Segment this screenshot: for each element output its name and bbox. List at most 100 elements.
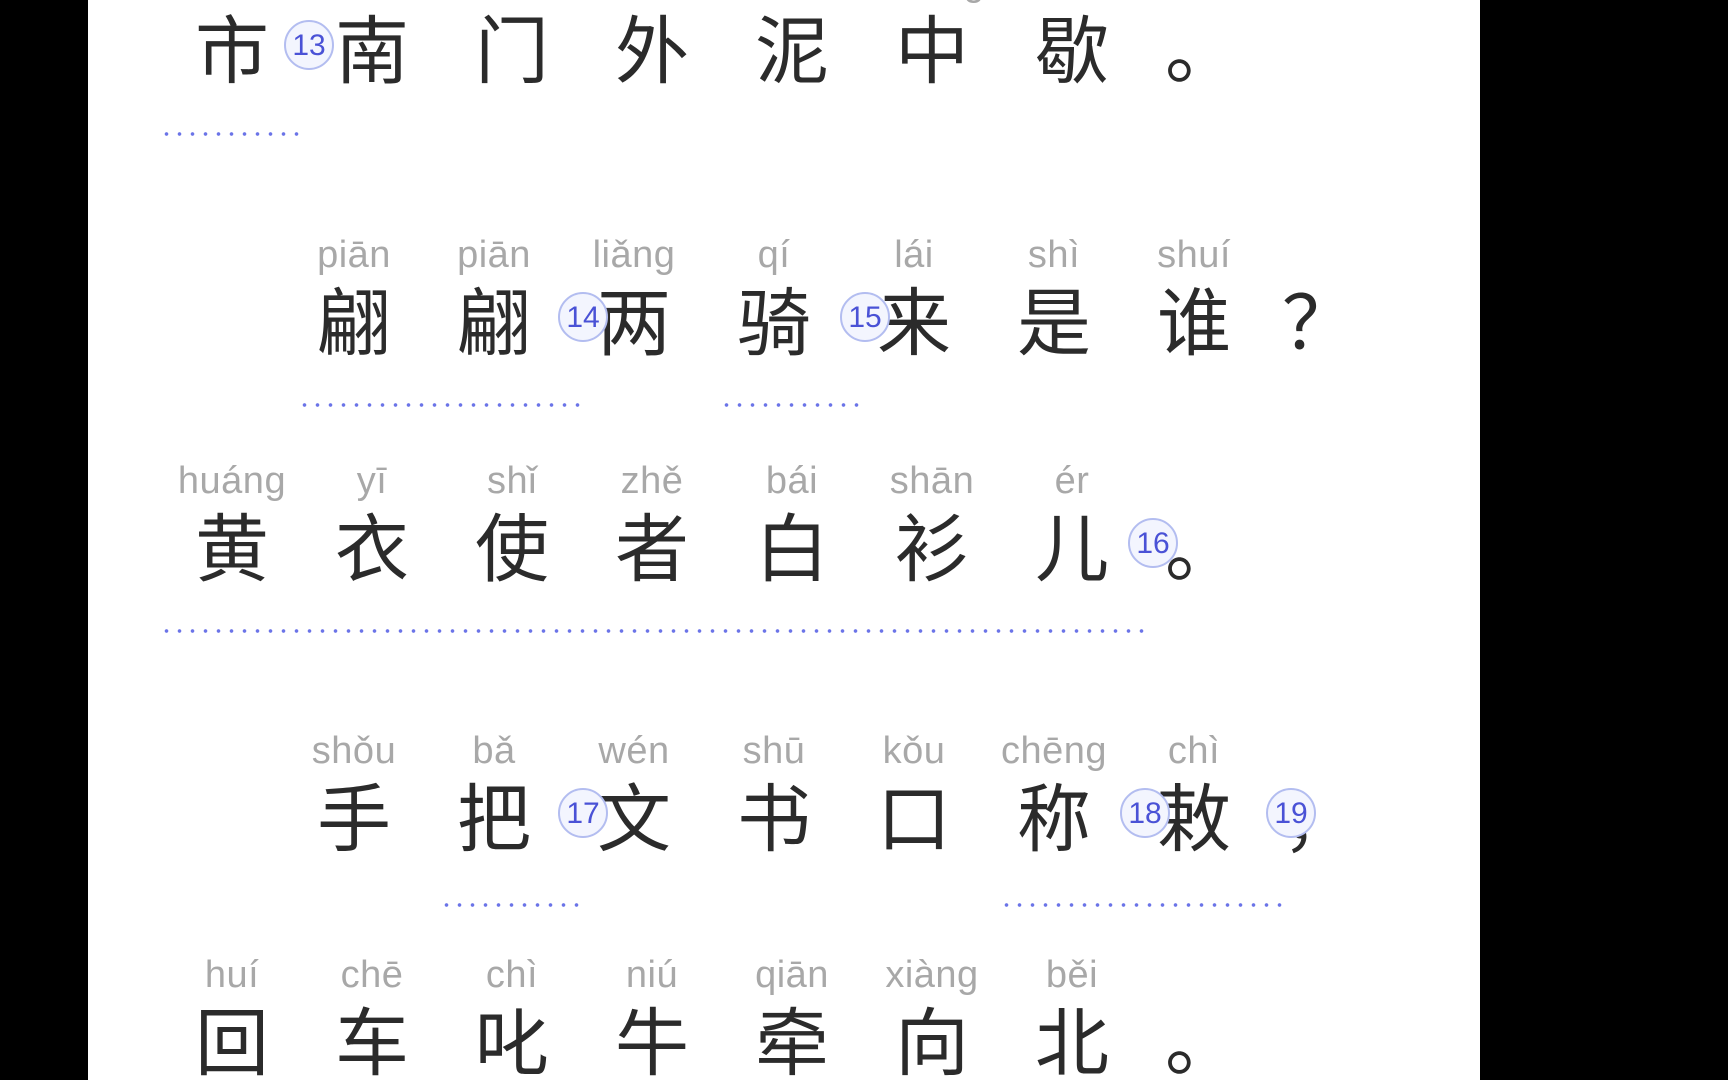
verse-2[interactable]: piān piān liǎng qí lái shì shuí 翩 翩 两 骑 … bbox=[88, 232, 1480, 370]
marker-badge-15[interactable]: 15 bbox=[840, 292, 890, 342]
hanzi-text[interactable]: 牵 bbox=[755, 1001, 829, 1080]
hanzi-cell[interactable]: 歇 bbox=[1002, 6, 1142, 98]
hanzi-cell[interactable]: 是 bbox=[984, 278, 1124, 370]
hanzi-cell[interactable]: 骑 bbox=[704, 278, 844, 370]
underline-3 bbox=[720, 402, 866, 408]
hanzi-cell[interactable]: 口 bbox=[844, 774, 984, 866]
pinyin-row: huáng yī shǐ zhě bái shān ér bbox=[88, 458, 1480, 504]
hanzi-cell[interactable]: 称 bbox=[984, 774, 1124, 866]
hanzi-text[interactable]: 回 bbox=[195, 1001, 269, 1080]
hanzi-cell[interactable]: 书 bbox=[704, 774, 844, 866]
hanzi-cell[interactable]: 翩 bbox=[284, 278, 424, 370]
underline-4 bbox=[160, 628, 1150, 634]
hanzi-text[interactable]: 车 bbox=[335, 1001, 409, 1080]
hanzi-text[interactable]: 谁 bbox=[1157, 281, 1231, 367]
hanzi-cell[interactable]: 谁 bbox=[1124, 278, 1264, 370]
hanzi-cell[interactable]: 白 bbox=[722, 504, 862, 596]
hanzi-row[interactable]: 黄 衣 使 者 白 衫 儿 。 bbox=[88, 504, 1480, 596]
marker-badge-18[interactable]: 18 bbox=[1120, 788, 1170, 838]
hanzi-cell[interactable]: 回 bbox=[162, 998, 302, 1080]
hanzi-cell[interactable]: 把 bbox=[424, 774, 564, 866]
pinyin-cell: piān bbox=[424, 232, 564, 278]
underline-5 bbox=[440, 902, 586, 908]
hanzi-punctuation[interactable]: ？ bbox=[1282, 281, 1356, 367]
pinyin-text: shū bbox=[742, 730, 806, 772]
hanzi-cell[interactable]: 手 bbox=[284, 774, 424, 866]
underline-6 bbox=[1000, 902, 1290, 908]
hanzi-text[interactable]: 翩 bbox=[457, 281, 531, 367]
hanzi-text[interactable]: 牛 bbox=[615, 1001, 689, 1080]
hanzi-cell[interactable]: 衫 bbox=[862, 504, 1002, 596]
hanzi-text[interactable]: 手 bbox=[317, 777, 391, 863]
hanzi-text[interactable]: 向 bbox=[895, 1001, 969, 1080]
hanzi-text[interactable]: 门 bbox=[475, 9, 549, 95]
hanzi-text[interactable]: 叱 bbox=[475, 1001, 549, 1080]
pinyin-cell: bái bbox=[722, 458, 862, 504]
hanzi-text[interactable]: 骑 bbox=[737, 281, 811, 367]
hanzi-cell[interactable]: 使 bbox=[442, 504, 582, 596]
hanzi-cell[interactable]: 。 bbox=[1142, 6, 1262, 98]
hanzi-cell[interactable]: 门 bbox=[442, 6, 582, 98]
hanzi-text[interactable]: 歇 bbox=[1035, 9, 1109, 95]
hanzi-text[interactable]: 衣 bbox=[335, 507, 409, 593]
hanzi-cell[interactable]: 儿 bbox=[1002, 504, 1142, 596]
hanzi-text[interactable]: 是 bbox=[1017, 281, 1091, 367]
marker-badge-13[interactable]: 13 bbox=[284, 20, 334, 70]
hanzi-text[interactable]: 文 bbox=[597, 777, 671, 863]
hanzi-punctuation[interactable]: 。 bbox=[1165, 9, 1239, 95]
hanzi-text[interactable]: 使 bbox=[475, 507, 549, 593]
underline-2 bbox=[298, 402, 588, 408]
hanzi-text[interactable]: 泥 bbox=[755, 9, 829, 95]
hanzi-cell[interactable]: 车 bbox=[302, 998, 442, 1080]
marker-badge-14[interactable]: 14 bbox=[558, 292, 608, 342]
marker-badge-17[interactable]: 17 bbox=[558, 788, 608, 838]
hanzi-cell[interactable]: 翩 bbox=[424, 278, 564, 370]
hanzi-cell[interactable]: 黄 bbox=[162, 504, 302, 596]
pinyin-cell: qiān bbox=[722, 952, 862, 998]
hanzi-text[interactable]: 外 bbox=[615, 9, 689, 95]
hanzi-text[interactable]: 北 bbox=[1035, 1001, 1109, 1080]
pinyin-text: huáng bbox=[177, 460, 287, 502]
hanzi-text[interactable]: 中 bbox=[895, 9, 969, 95]
hanzi-punctuation[interactable]: 。 bbox=[1165, 1001, 1239, 1080]
hanzi-cell[interactable]: 。 bbox=[1142, 998, 1262, 1080]
pinyin-text: chì bbox=[485, 954, 539, 996]
hanzi-text[interactable]: 口 bbox=[877, 777, 951, 863]
hanzi-text[interactable]: 者 bbox=[615, 507, 689, 593]
hanzi-text[interactable]: 翩 bbox=[317, 281, 391, 367]
hanzi-cell[interactable]: 向 bbox=[862, 998, 1002, 1080]
hanzi-cell[interactable]: 叱 bbox=[442, 998, 582, 1080]
hanzi-text[interactable]: 把 bbox=[457, 777, 531, 863]
marker-badge-19[interactable]: 19 bbox=[1266, 788, 1316, 838]
hanzi-cell[interactable]: 外 bbox=[582, 6, 722, 98]
verse-5[interactable]: huí chē chì niú qiān xiàng běi 回 车 叱 牛 牵… bbox=[88, 952, 1480, 1080]
hanzi-cell[interactable]: ？ bbox=[1264, 278, 1374, 370]
hanzi-text[interactable]: 书 bbox=[737, 777, 811, 863]
pinyin-text: běi bbox=[1045, 954, 1099, 996]
hanzi-row[interactable]: 翩 翩 两 骑 来 是 谁 ？ bbox=[88, 278, 1480, 370]
hanzi-cell[interactable]: 中 bbox=[862, 6, 1002, 98]
pinyin-text: ní bbox=[776, 0, 809, 4]
hanzi-cell[interactable]: 牛 bbox=[582, 998, 722, 1080]
hanzi-text[interactable]: 衫 bbox=[895, 507, 969, 593]
pinyin-cell: běi bbox=[1002, 952, 1142, 998]
hanzi-text[interactable]: 白 bbox=[755, 507, 829, 593]
hanzi-text[interactable]: 南 bbox=[335, 9, 409, 95]
hanzi-cell[interactable]: 牵 bbox=[722, 998, 862, 1080]
poem-page[interactable]: shì nán mén wài ní zhōng xiē 市 南 门 外 泥 中… bbox=[88, 0, 1480, 1080]
hanzi-text[interactable]: 黄 bbox=[195, 507, 269, 593]
marker-badge-16[interactable]: 16 bbox=[1128, 518, 1178, 568]
hanzi-cell[interactable]: 泥 bbox=[722, 6, 862, 98]
hanzi-text[interactable]: 市 bbox=[195, 9, 269, 95]
verse-3[interactable]: huáng yī shǐ zhě bái shān ér 黄 衣 使 者 白 衫… bbox=[88, 458, 1480, 596]
hanzi-text[interactable]: 儿 bbox=[1035, 507, 1109, 593]
pinyin-text: chēng bbox=[1000, 730, 1108, 772]
pinyin-cell: zhě bbox=[582, 458, 722, 504]
hanzi-cell[interactable]: 北 bbox=[1002, 998, 1142, 1080]
hanzi-text[interactable]: 称 bbox=[1017, 777, 1091, 863]
hanzi-text[interactable]: 两 bbox=[597, 281, 671, 367]
hanzi-row[interactable]: 回 车 叱 牛 牵 向 北 。 bbox=[88, 998, 1480, 1080]
hanzi-cell[interactable]: 市 bbox=[162, 6, 302, 98]
hanzi-cell[interactable]: 衣 bbox=[302, 504, 442, 596]
hanzi-cell[interactable]: 者 bbox=[582, 504, 722, 596]
